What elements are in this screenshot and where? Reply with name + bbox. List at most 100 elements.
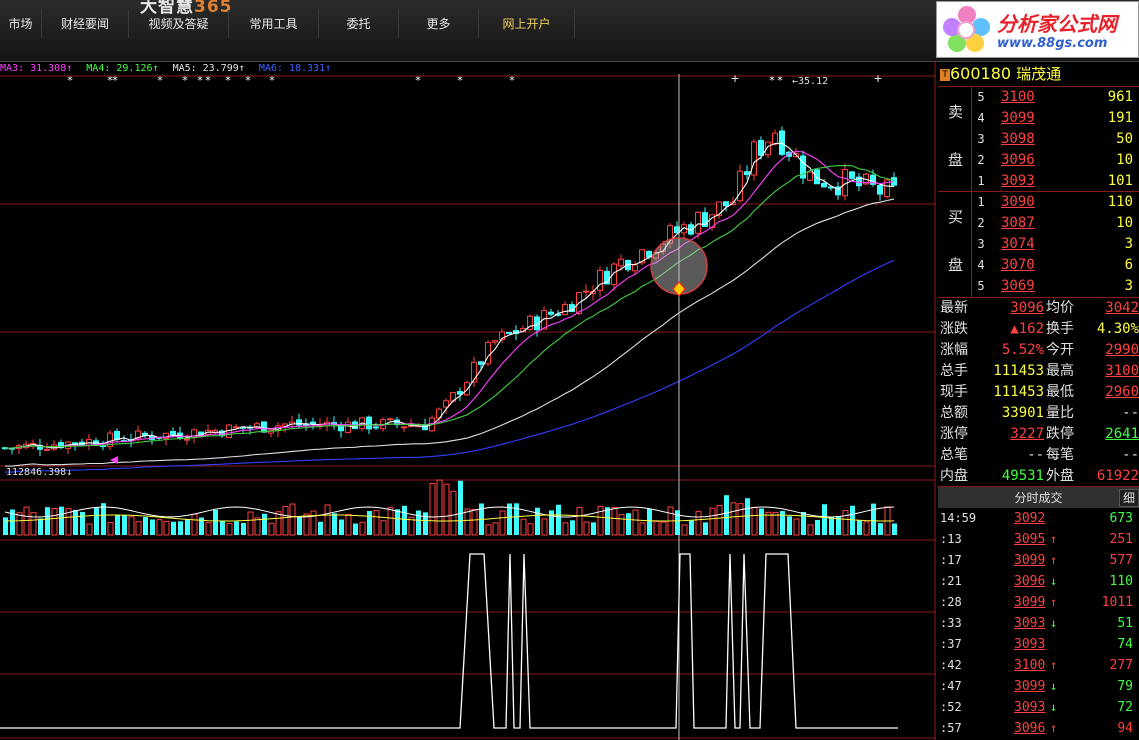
sell-price[interactable]: 3096: [1001, 150, 1035, 171]
signal-star-icon: *: [269, 74, 275, 87]
signal-star-icon: *: [225, 74, 231, 87]
buy-price[interactable]: 3090: [1001, 192, 1035, 213]
volume-bar: [857, 520, 862, 535]
stat-label: 外盘: [1046, 468, 1074, 484]
volume-bar: [128, 516, 135, 536]
volume-bar: [751, 506, 758, 536]
buy-row[interactable]: 2 3087 10: [972, 213, 1139, 234]
stat-label: 量比: [1046, 405, 1074, 421]
tick-time: :33: [940, 616, 962, 630]
sell-row[interactable]: 1 3093 101: [972, 171, 1139, 192]
tick-row[interactable]: :33 3093 ↓ 51: [938, 613, 1139, 634]
stat-label: 跌停: [1046, 426, 1074, 442]
buy-price[interactable]: 3087: [1001, 213, 1035, 234]
tick-time: :47: [940, 679, 962, 693]
volume-bar: [492, 522, 499, 536]
stat-value: 3100: [1105, 363, 1139, 379]
kline-chart[interactable]: * * * * * * * * * * * * * * *+ +←35.12: [0, 62, 936, 740]
candle-body: [387, 418, 393, 421]
sell-row[interactable]: 4 3099 191: [972, 108, 1139, 129]
candle-body: [723, 201, 729, 207]
sell-row[interactable]: 2 3096 10: [972, 150, 1139, 171]
stat-item: 量比 --: [1046, 403, 1139, 424]
sell-price[interactable]: 3100: [1001, 87, 1035, 108]
stock-badge: T: [940, 69, 950, 81]
sell-price[interactable]: 3099: [1001, 108, 1035, 129]
tick-arrow-icon: ↑: [1050, 595, 1058, 609]
volume-bar: [373, 510, 380, 536]
signal-star-icon: *: [112, 74, 118, 87]
tick-row[interactable]: :17 3099 ↑ 577: [938, 550, 1139, 571]
volume-bar: [443, 483, 450, 536]
volume-bar: [436, 479, 443, 536]
tick-row[interactable]: 14:59 3092 673: [938, 508, 1139, 529]
candle-body: [751, 141, 757, 176]
buy-level: 3: [977, 237, 985, 251]
volume-bar: [115, 514, 120, 535]
menu-item-tools[interactable]: 常用工具: [229, 10, 319, 38]
tick-volume: 110: [1109, 574, 1133, 589]
volume-bar: [793, 518, 800, 536]
volume-bar: [429, 482, 436, 536]
volume-bar: [703, 522, 708, 535]
tick-row[interactable]: :28 3099 ↑ 1011: [938, 592, 1139, 613]
logo-name: 分析家公式网: [997, 12, 1117, 36]
tick-row[interactable]: :42 3100 ↑ 277: [938, 655, 1139, 676]
buy-price[interactable]: 3074: [1001, 234, 1035, 255]
stat-label: 最低: [1046, 384, 1074, 400]
tick-row[interactable]: :37 3093 74: [938, 634, 1139, 655]
volume-bar: [423, 512, 428, 535]
buy-row[interactable]: 1 3090 110: [972, 192, 1139, 213]
tick-row[interactable]: :21 3096 ↓ 110: [938, 571, 1139, 592]
signal-star-icon: *: [197, 74, 203, 87]
menu-item-market[interactable]: 市场: [0, 10, 42, 38]
candle-body: [618, 258, 624, 267]
buy-row[interactable]: 5 3069 3: [972, 276, 1139, 297]
tick-row[interactable]: :13 3095 ↑ 251: [938, 529, 1139, 550]
menu-item-order[interactable]: 委托: [319, 10, 399, 38]
volume-bar: [380, 520, 387, 536]
menu-item-more[interactable]: 更多: [399, 10, 479, 38]
site-logo[interactable]: 分析家公式网 www.88gs.com: [936, 1, 1139, 58]
candle-body: [821, 182, 827, 188]
buy-volume: 6: [1124, 257, 1133, 273]
menu-item-videos[interactable]: 视频及答疑: [129, 10, 229, 38]
sell-row[interactable]: 5 3100 961: [972, 87, 1139, 108]
volume-bar: [829, 517, 834, 535]
volume-bar: [618, 514, 625, 536]
volume-bar: [695, 510, 702, 536]
buy-price[interactable]: 3070: [1001, 255, 1035, 276]
volume-bar: [745, 498, 750, 535]
signal-plus-icon: +: [730, 72, 739, 85]
volume-bar: [226, 522, 233, 536]
volume-bar: [626, 513, 631, 535]
tick-row[interactable]: :47 3099 ↓ 79: [938, 676, 1139, 697]
volume-bar: [660, 521, 667, 536]
buy-row[interactable]: 3 3074 3: [972, 234, 1139, 255]
tick-row[interactable]: :57 3096 ↑ 94: [938, 718, 1139, 739]
stock-code: 600180: [950, 64, 1012, 83]
menu-item-news[interactable]: 财经要闻: [42, 10, 129, 38]
candle-body: [597, 269, 603, 291]
stat-value: --: [1122, 447, 1139, 463]
tick-volume: 277: [1109, 658, 1133, 673]
buy-price[interactable]: 3069: [1001, 276, 1035, 297]
sell-price[interactable]: 3093: [1001, 171, 1035, 192]
buy-row[interactable]: 4 3070 6: [972, 255, 1139, 276]
menu-item-open-account[interactable]: 网上开户: [479, 10, 575, 38]
sell-price[interactable]: 3098: [1001, 129, 1035, 150]
volume-bar: [892, 523, 897, 535]
ticks-detail-button[interactable]: 细: [1119, 489, 1139, 507]
flower-logo-icon: [943, 6, 990, 52]
volume-bar: [450, 490, 457, 536]
volume-bar: [220, 521, 225, 535]
tick-price: 3093: [1014, 637, 1046, 652]
stat-value: --: [1122, 405, 1139, 421]
volume-bar: [59, 506, 64, 535]
sell-row[interactable]: 3 3098 50: [972, 129, 1139, 150]
tick-row[interactable]: :52 3093 ↓ 72: [938, 697, 1139, 718]
stat-item: 每笔 --: [1046, 445, 1139, 466]
stat-value: 33901: [1001, 405, 1044, 421]
stat-value: 2990: [1105, 342, 1139, 358]
volume-bar: [122, 515, 127, 535]
